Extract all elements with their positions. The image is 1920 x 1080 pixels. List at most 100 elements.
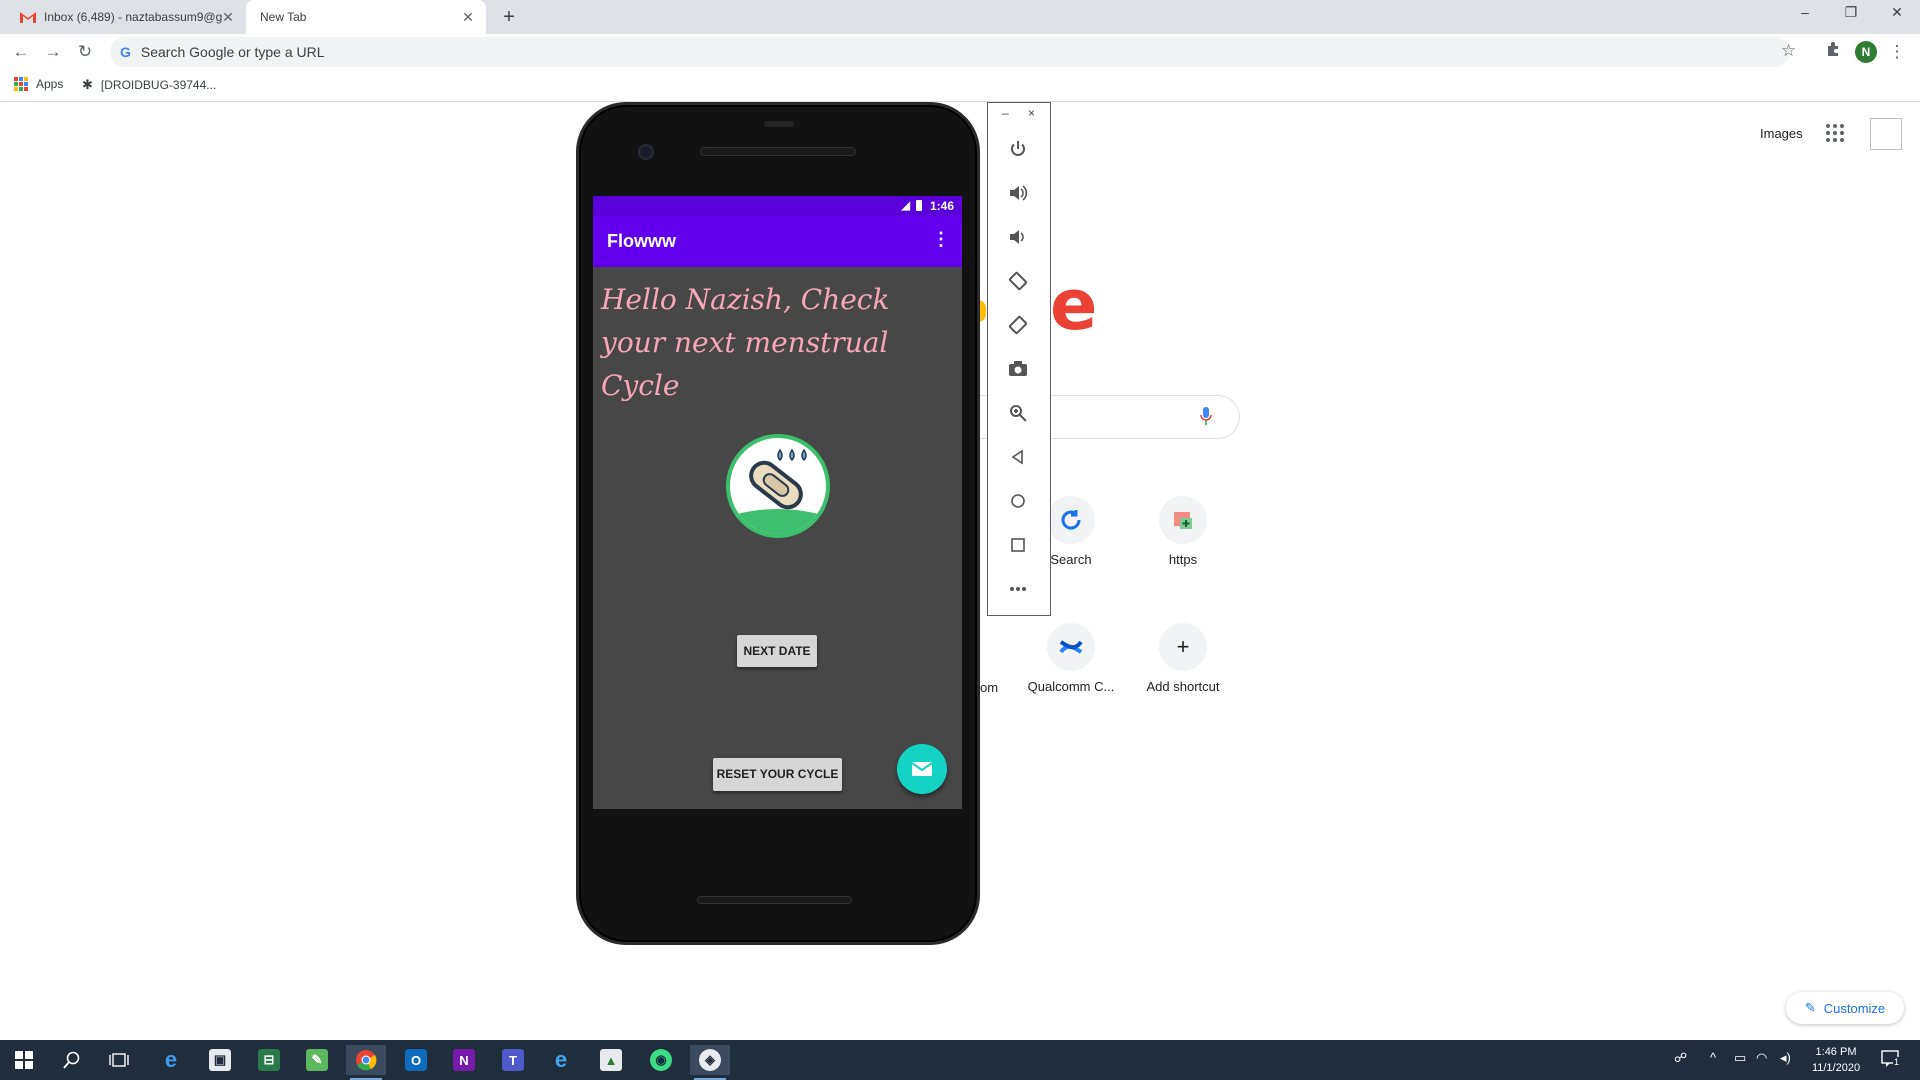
overview-icon[interactable] bbox=[1005, 532, 1031, 558]
phone-earpiece bbox=[700, 147, 856, 156]
browser-toolbar: ← → ↻ G Search Google or type a URL ☆ N … bbox=[0, 34, 1920, 70]
volume-up-icon[interactable] bbox=[1005, 180, 1031, 206]
start-icon[interactable] bbox=[4, 1045, 44, 1075]
sanitary-pad-icon bbox=[726, 434, 830, 538]
teams-icon[interactable]: T bbox=[493, 1045, 533, 1075]
phone-screen[interactable]: ◢ 1:46 Flowww ⋮ Hello Nazish, Check your… bbox=[593, 196, 962, 809]
profile-avatar[interactable]: N bbox=[1855, 41, 1877, 63]
notification-center-icon[interactable]: 1 bbox=[1880, 1048, 1901, 1071]
pencil-icon: ✎ bbox=[1804, 1000, 1816, 1015]
people-icon[interactable]: ☍ bbox=[1674, 1050, 1687, 1066]
app-title: Flowww bbox=[607, 231, 676, 251]
shortcut-partial-label: om bbox=[980, 680, 999, 695]
refresh-icon bbox=[1047, 496, 1095, 544]
camera-icon[interactable] bbox=[1005, 356, 1031, 382]
shortcut-https[interactable]: https bbox=[1127, 496, 1239, 567]
clock-time: 1:46 PM bbox=[1815, 1046, 1857, 1058]
tab-title: New Tab bbox=[260, 10, 307, 24]
terminal-icon[interactable]: ⊟ bbox=[249, 1045, 289, 1075]
app-bar: Flowww ⋮ bbox=[593, 216, 962, 267]
confluence-icon bbox=[1047, 623, 1095, 671]
volume-down-icon[interactable] bbox=[1005, 224, 1031, 250]
tab-title: Inbox (6,489) - naztabassum9@gmail.com bbox=[44, 10, 222, 24]
shortcut-label: https bbox=[1168, 552, 1198, 567]
phone-bottom-speaker bbox=[697, 896, 852, 904]
edge-icon[interactable]: e bbox=[151, 1045, 191, 1075]
back-icon[interactable] bbox=[1005, 444, 1031, 470]
chrome-icon[interactable] bbox=[346, 1045, 386, 1080]
chevron-up-icon[interactable]: ^ bbox=[1710, 1050, 1716, 1065]
task-view-icon[interactable] bbox=[99, 1045, 139, 1075]
greeting-text: Hello Nazish, Check your next menstrual … bbox=[601, 283, 890, 402]
shortcut-qualcomm[interactable]: Qualcomm C... bbox=[1015, 623, 1127, 694]
shortcut-label: Qualcomm C... bbox=[1027, 679, 1115, 694]
android-status-bar: ◢ 1:46 bbox=[593, 196, 962, 216]
google-logo: e bbox=[1050, 264, 1098, 346]
shortcut-label: Add shortcut bbox=[1146, 679, 1220, 694]
front-camera bbox=[638, 144, 654, 160]
new-tab-button[interactable]: + bbox=[497, 6, 521, 30]
emulator-minimize-button[interactable]: – bbox=[1002, 106, 1009, 120]
bookmark-droidbug[interactable]: ✱ [DROIDBUG-39744... bbox=[82, 77, 216, 93]
google-apps-icon[interactable] bbox=[1826, 124, 1844, 142]
search-icon[interactable] bbox=[52, 1045, 92, 1075]
account-image[interactable] bbox=[1870, 118, 1902, 150]
power-icon[interactable] bbox=[1005, 136, 1031, 162]
signal-icon: ◢ bbox=[901, 200, 910, 212]
wifi-icon[interactable]: ◠ bbox=[1756, 1050, 1767, 1066]
photos-icon[interactable]: ▲ bbox=[591, 1045, 631, 1075]
microphone-icon[interactable] bbox=[1200, 406, 1212, 428]
tab-strip: Inbox (6,489) - naztabassum9@gmail.com ✕… bbox=[0, 0, 1920, 34]
close-tab-icon[interactable]: ✕ bbox=[460, 9, 476, 25]
page-plus-icon bbox=[1159, 496, 1207, 544]
apps-grid-icon bbox=[14, 77, 28, 91]
add-shortcut-button[interactable]: + Add shortcut bbox=[1127, 623, 1239, 694]
forward-arrow-icon[interactable]: → bbox=[42, 41, 64, 63]
notepad-icon[interactable]: ✎ bbox=[297, 1045, 337, 1075]
close-tab-icon[interactable]: ✕ bbox=[220, 9, 236, 25]
outlook-icon[interactable]: O bbox=[396, 1045, 436, 1075]
bug-icon: ✱ bbox=[82, 77, 93, 92]
more-icon[interactable] bbox=[1005, 576, 1031, 602]
status-time: 1:46 bbox=[929, 199, 954, 213]
emulator-icon[interactable]: ◈ bbox=[690, 1045, 730, 1080]
battery-tray-icon[interactable]: ▭ bbox=[1734, 1050, 1746, 1066]
rotate-left-icon[interactable] bbox=[1005, 268, 1031, 294]
notification-count: 1 bbox=[1893, 1057, 1901, 1067]
minimize-button[interactable]: – bbox=[1790, 4, 1820, 20]
ie-icon[interactable]: e bbox=[541, 1045, 581, 1075]
zoom-icon[interactable] bbox=[1005, 400, 1031, 426]
speaker-icon[interactable]: ◂) bbox=[1780, 1050, 1791, 1066]
android-studio-icon[interactable]: ◉ bbox=[641, 1045, 681, 1075]
next-date-button[interactable]: NEXT DATE bbox=[737, 635, 817, 667]
tab-new-tab[interactable]: New Tab ✕ bbox=[246, 0, 486, 34]
back-arrow-icon[interactable]: ← bbox=[10, 41, 32, 63]
store-icon[interactable]: ▣ bbox=[200, 1045, 240, 1075]
restore-button[interactable]: ❐ bbox=[1836, 4, 1866, 21]
close-window-button[interactable]: ✕ bbox=[1882, 4, 1912, 21]
extensions-icon[interactable] bbox=[1822, 41, 1844, 63]
reload-icon[interactable]: ↻ bbox=[74, 41, 96, 63]
address-bar[interactable]: G Search Google or type a URL bbox=[110, 37, 1790, 67]
images-link[interactable]: Images bbox=[1760, 126, 1803, 141]
overflow-menu-icon[interactable]: ⋮ bbox=[932, 230, 950, 248]
bookmark-apps[interactable]: Apps bbox=[14, 77, 63, 91]
emulator-close-button[interactable]: × bbox=[1028, 106, 1035, 120]
home-icon[interactable] bbox=[1005, 488, 1031, 514]
gmail-icon bbox=[20, 9, 36, 25]
bookmark-label: [DROIDBUG-39744... bbox=[100, 78, 217, 92]
plus-icon: + bbox=[1159, 623, 1207, 671]
taskbar-clock[interactable]: 1:46 PM 11/1/2020 bbox=[1806, 1044, 1866, 1076]
reset-cycle-button[interactable]: RESET YOUR CYCLE bbox=[713, 758, 842, 791]
clock-date: 11/1/2020 bbox=[1811, 1062, 1861, 1074]
bookmark-star-icon[interactable]: ☆ bbox=[1781, 41, 1796, 61]
tab-gmail[interactable]: Inbox (6,489) - naztabassum9@gmail.com ✕ bbox=[0, 0, 246, 34]
chrome-menu-icon[interactable]: ⋮ bbox=[1886, 41, 1908, 63]
customize-label: Customize bbox=[1823, 1000, 1886, 1016]
onenote-icon[interactable]: N bbox=[444, 1045, 484, 1075]
customize-button[interactable]: ✎ Customize bbox=[1786, 992, 1904, 1024]
mail-icon bbox=[911, 762, 933, 776]
rotate-right-icon[interactable] bbox=[1005, 312, 1031, 338]
bookmarks-bar: Apps ✱ [DROIDBUG-39744... bbox=[0, 70, 1920, 102]
email-fab-button[interactable] bbox=[897, 744, 947, 794]
